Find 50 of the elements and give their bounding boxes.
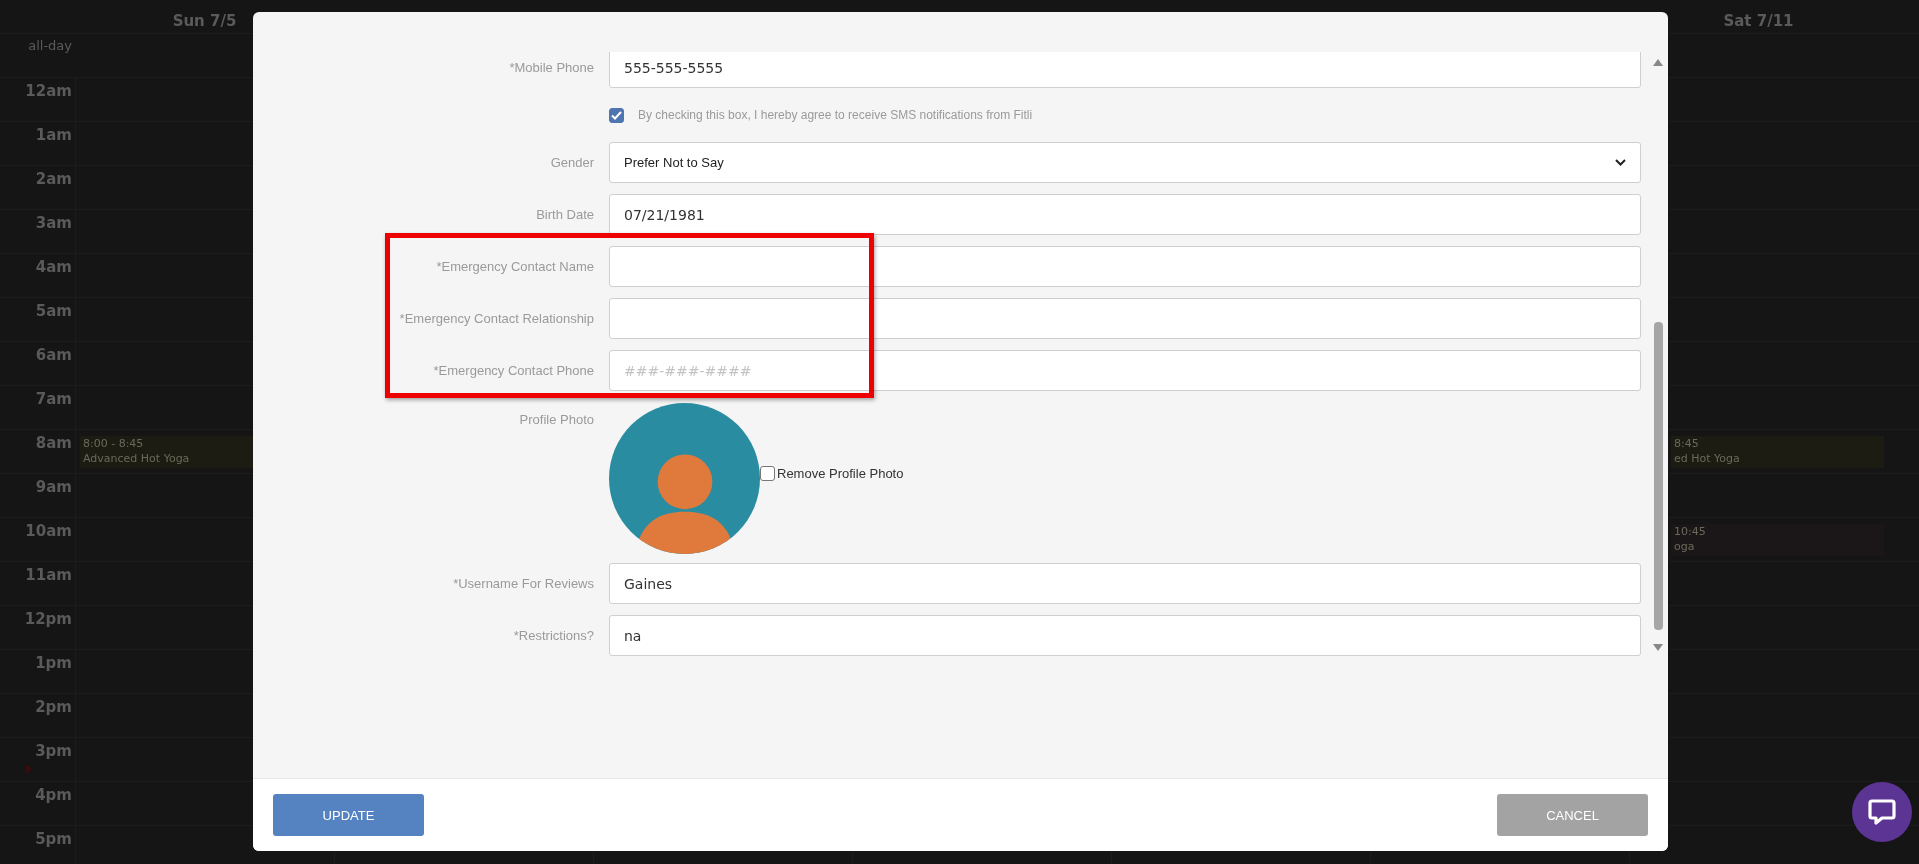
scroll-down-icon[interactable]	[1653, 644, 1663, 651]
scroll-up-icon[interactable]	[1653, 59, 1663, 66]
field-label: *Restrictions?	[513, 628, 594, 643]
text-field[interactable]	[609, 246, 1641, 287]
hour-label: 7am	[35, 389, 73, 408]
checkbox[interactable]	[760, 466, 775, 481]
scrollbar-thumb[interactable]	[1653, 322, 1663, 630]
select-field[interactable]: Prefer Not to Say	[609, 142, 1641, 183]
field-label: Profile Photo	[519, 412, 594, 427]
chat-button[interactable]	[1852, 782, 1912, 842]
hour-label: 11am	[25, 565, 73, 584]
hour-label: 6am	[35, 345, 73, 364]
hour-label: 4am	[35, 257, 73, 276]
field-label: Birth Date	[536, 207, 594, 222]
hour-label: 2pm	[35, 697, 73, 716]
checkbox-label: Remove Profile Photo	[777, 466, 904, 481]
hour-label: 12am	[25, 81, 73, 100]
field-label: Gender	[550, 155, 594, 170]
field-label: *Emergency Contact Relationship	[399, 311, 594, 326]
hour-label: 12pm	[24, 609, 73, 628]
day-header: Sat 7/11	[1722, 11, 1795, 32]
field-label: *Username For Reviews	[453, 576, 594, 591]
field-label: *Emergency Contact Name	[436, 259, 594, 274]
text-field[interactable]: ###-###-####	[609, 350, 1641, 391]
hour-label: 3am	[35, 213, 73, 232]
current-time-marker	[26, 764, 32, 774]
chat-bubble-icon	[1867, 797, 1897, 827]
checkbox[interactable]	[609, 107, 624, 123]
text-field[interactable]: na	[609, 615, 1641, 656]
text-field[interactable]	[609, 298, 1641, 339]
hour-label: 1am	[35, 125, 73, 144]
all-day-label: all-day	[28, 37, 73, 53]
text-field[interactable]: Gaines	[609, 563, 1641, 604]
hour-label: 3pm	[35, 741, 73, 760]
hour-label: 2am	[35, 169, 73, 188]
text-field[interactable]: 07/21/1981	[609, 194, 1641, 235]
hour-label: 5am	[35, 301, 73, 320]
hour-label: 8am	[35, 433, 73, 452]
chevron-down-icon	[1615, 159, 1626, 166]
hour-label: 9am	[35, 477, 73, 496]
text-field[interactable]: 555-555-5555	[609, 52, 1641, 88]
field-label: *Emergency Contact Phone	[433, 363, 594, 378]
hour-label: 10am	[25, 521, 73, 540]
update-button[interactable]: UPDATE	[273, 794, 424, 836]
hour-label: 4pm	[35, 785, 73, 804]
consent-text: By checking this box, I hereby agree to receive SMS notifications from Fitli	[638, 108, 1033, 122]
day-header: Sun 7/5	[171, 11, 238, 32]
field-label: *Mobile Phone	[509, 60, 594, 75]
hour-label: 1pm	[35, 653, 73, 672]
hour-label: 5pm	[35, 829, 73, 848]
